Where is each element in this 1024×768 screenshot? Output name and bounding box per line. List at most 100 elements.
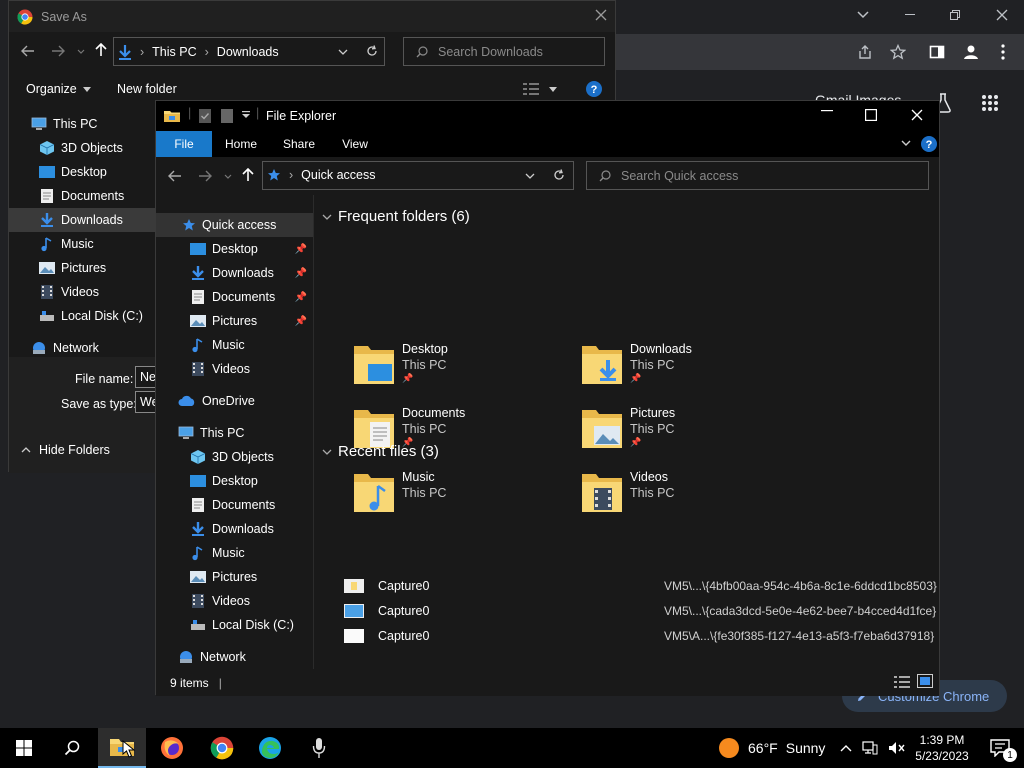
frequent-folders-header[interactable]: Frequent folders (6) (322, 208, 470, 225)
save-as-search-box[interactable]: Search Downloads (403, 37, 605, 66)
tab-view[interactable]: View (328, 131, 382, 157)
up-arrow-icon[interactable] (242, 168, 254, 182)
help-icon[interactable]: ? (921, 136, 937, 152)
nav-quick-access[interactable]: Quick access (156, 213, 313, 237)
start-windows-icon[interactable] (0, 728, 48, 768)
new-folder-button[interactable]: New folder (117, 82, 177, 96)
recent-file-row[interactable]: Capture0 VM5\A...\{fe30f385-f127-4e13-a5… (344, 625, 944, 647)
google-apps-icon[interactable] (977, 90, 1003, 116)
chevron-up-icon[interactable] (840, 744, 852, 752)
refresh-icon[interactable] (553, 169, 565, 181)
chrome-minimize-icon[interactable] (898, 6, 922, 24)
tree-item-downloads-selected[interactable]: Downloads (9, 208, 157, 232)
nav-music[interactable]: Music (156, 541, 313, 565)
tiles-view-icon[interactable] (917, 674, 933, 688)
details-view-icon[interactable] (894, 675, 910, 689)
microphone-icon[interactable] (295, 728, 343, 768)
nav-music[interactable]: Music (156, 333, 313, 357)
side-panel-icon[interactable] (927, 42, 947, 62)
nav-desktop[interactable]: Desktop (156, 469, 313, 493)
view-options-icon[interactable] (523, 82, 539, 96)
nav-downloads-pinned[interactable]: Downloads 📌 (156, 261, 313, 285)
nav-downloads[interactable]: Downloads (156, 517, 313, 541)
file-explorer-taskbar-icon[interactable] (98, 728, 146, 768)
address-dropdown-icon[interactable] (338, 49, 348, 55)
recent-locations-icon[interactable] (224, 174, 232, 179)
nav-desktop-pinned[interactable]: Desktop 📌 (156, 237, 313, 261)
customize-quick-access-icon[interactable] (242, 111, 250, 119)
frequent-folder-pictures[interactable]: Pictures This PC 📌 (582, 406, 802, 466)
file-explorer-search-box[interactable]: Search Quick access (586, 161, 929, 190)
help-icon[interactable]: ? (586, 81, 602, 97)
bookmark-star-icon[interactable] (888, 42, 908, 62)
address-dropdown-icon[interactable] (525, 173, 535, 179)
breadcrumb-downloads[interactable]: Downloads (217, 45, 279, 59)
expand-ribbon-icon[interactable] (901, 140, 911, 146)
tree-item-3d-objects[interactable]: 3D Objects (9, 136, 157, 160)
forward-arrow-icon[interactable] (198, 170, 212, 182)
volume-muted-icon[interactable] (888, 741, 906, 755)
frequent-folder-downloads[interactable]: Downloads This PC 📌 (582, 342, 802, 402)
edge-icon[interactable] (246, 728, 294, 768)
recent-locations-icon[interactable] (77, 49, 85, 54)
nav-onedrive[interactable]: OneDrive (156, 389, 313, 413)
forward-arrow-icon[interactable] (51, 45, 65, 57)
breadcrumb-this-pc[interactable]: This PC (152, 45, 196, 59)
notifications-icon[interactable]: 1 (976, 728, 1024, 768)
nav-network[interactable]: Network (156, 645, 313, 669)
organize-button[interactable]: Organize (26, 82, 91, 96)
view-dropdown-icon[interactable] (549, 87, 557, 92)
recent-files-header[interactable]: Recent files (3) (322, 443, 439, 460)
profile-avatar-icon[interactable] (959, 40, 983, 64)
frequent-folder-music[interactable]: Music This PC (354, 470, 574, 530)
nav-documents-pinned[interactable]: Documents 📌 (156, 285, 313, 309)
maximize-icon[interactable] (865, 109, 877, 121)
frequent-folder-videos[interactable]: Videos This PC (582, 470, 802, 530)
close-icon[interactable] (911, 109, 923, 121)
search-icon[interactable] (48, 728, 96, 768)
tree-item-local-disk[interactable]: Local Disk (C:) (9, 304, 157, 328)
save-as-address-bar[interactable]: › This PC › Downloads (113, 37, 385, 66)
file-explorer-address-bar[interactable]: › Quick access (262, 161, 574, 190)
hide-folders-button[interactable]: Hide Folders (21, 443, 110, 457)
nav-pictures[interactable]: Pictures (156, 565, 313, 589)
nav-documents[interactable]: Documents (156, 493, 313, 517)
tab-share[interactable]: Share (272, 131, 326, 157)
tree-item-documents[interactable]: Documents (9, 184, 157, 208)
tree-item-videos[interactable]: Videos (9, 280, 157, 304)
save-as-close-icon[interactable] (595, 9, 607, 21)
nav-this-pc[interactable]: This PC (156, 421, 313, 445)
tree-item-music[interactable]: Music (9, 232, 157, 256)
refresh-icon[interactable] (366, 45, 378, 57)
recent-file-row[interactable]: Capture0 VM5\...\{4bfb00aa-954c-4b6a-8c1… (344, 575, 944, 597)
breadcrumb-quick-access[interactable]: Quick access (301, 168, 375, 182)
chrome-tab-search-icon[interactable] (851, 6, 875, 24)
nav-videos[interactable]: Videos (156, 357, 313, 381)
chrome-close-icon[interactable] (990, 6, 1014, 24)
new-folder-quick-icon[interactable] (220, 108, 234, 124)
chrome-menu-icon[interactable] (993, 42, 1013, 62)
frequent-folder-desktop[interactable]: Desktop This PC 📌 (354, 342, 574, 402)
minimize-icon[interactable] (821, 110, 833, 112)
back-arrow-icon[interactable] (168, 170, 182, 182)
tree-item-network[interactable]: Network (9, 336, 157, 356)
weather-widget[interactable]: 66°F Sunny (718, 728, 825, 768)
tree-item-this-pc[interactable]: This PC (9, 112, 157, 136)
chrome-restore-icon[interactable] (943, 6, 967, 24)
network-tray-icon[interactable] (862, 741, 878, 755)
nav-videos[interactable]: Videos (156, 589, 313, 613)
properties-check-icon[interactable] (198, 108, 212, 124)
share-icon[interactable] (855, 42, 875, 62)
nav-local-disk[interactable]: Local Disk (C:) (156, 613, 313, 637)
back-arrow-icon[interactable] (21, 45, 35, 57)
nav-3d-objects[interactable]: 3D Objects (156, 445, 313, 469)
up-arrow-icon[interactable] (95, 43, 107, 57)
tab-file[interactable]: File (156, 131, 212, 157)
firefox-icon[interactable] (148, 728, 196, 768)
clock[interactable]: 1:39 PM 5/23/2023 (912, 732, 972, 764)
tree-item-pictures[interactable]: Pictures (9, 256, 157, 280)
tab-home[interactable]: Home (214, 131, 268, 157)
nav-pictures-pinned[interactable]: Pictures 📌 (156, 309, 313, 333)
tree-item-desktop[interactable]: Desktop (9, 160, 157, 184)
recent-file-row[interactable]: Capture0 VM5\...\{cada3dcd-5e0e-4e62-bee… (344, 600, 944, 622)
